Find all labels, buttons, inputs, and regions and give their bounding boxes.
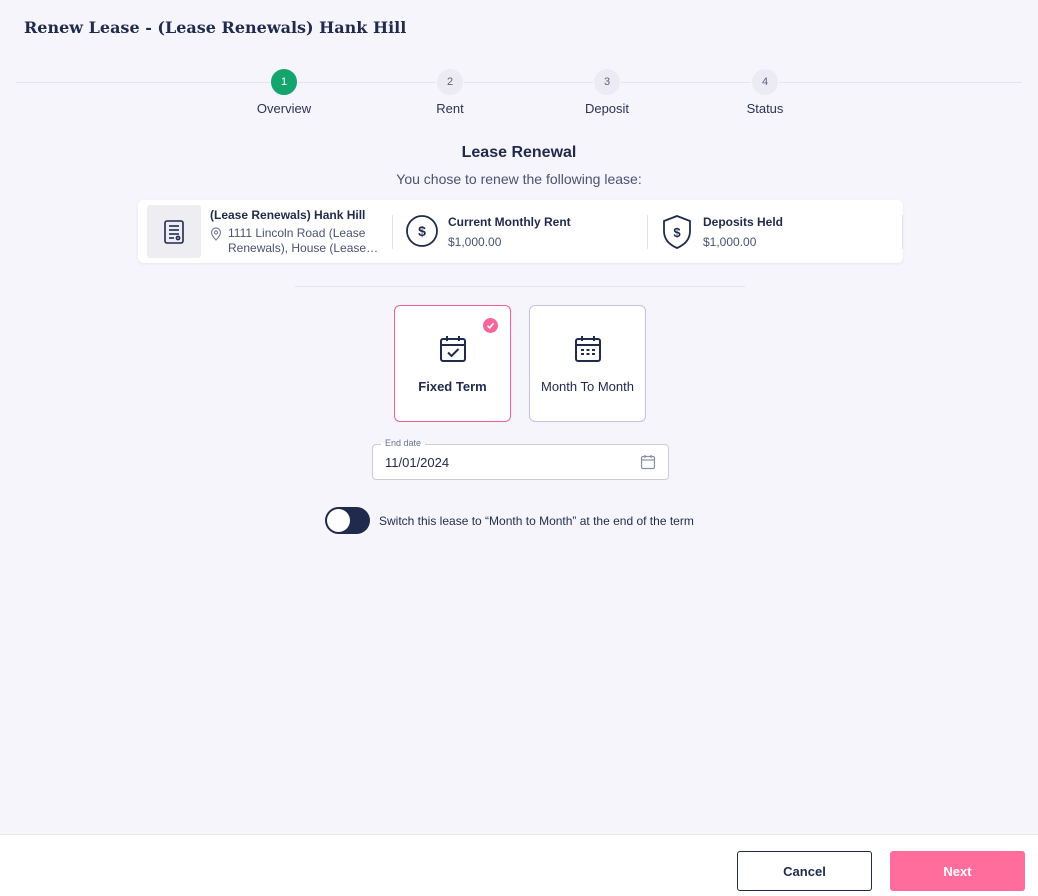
cancel-button[interactable]: Cancel <box>737 851 872 891</box>
svg-text:$: $ <box>673 225 681 240</box>
address-text: 1111 Lincoln Road (Lease Renewals), Hous… <box>228 226 379 255</box>
lease-document-icon <box>147 205 201 258</box>
step-number: 4 <box>751 68 779 96</box>
section-divider <box>295 286 745 287</box>
next-button[interactable]: Next <box>890 851 1025 891</box>
location-pin-icon <box>210 226 228 256</box>
month-to-month-switch[interactable] <box>325 507 370 534</box>
card-divider <box>647 215 648 249</box>
step-deposit[interactable]: 3 Deposit <box>547 68 667 116</box>
month-to-month-label: Month To Month <box>541 379 634 394</box>
step-label: Deposit <box>584 101 630 116</box>
deposits-held-label: Deposits Held <box>703 215 784 229</box>
current-rent-label: Current Monthly Rent <box>448 215 571 229</box>
calendar-icon[interactable] <box>640 454 656 475</box>
lease-address: 1111 Lincoln Road (Lease Renewals), Hous… <box>210 226 380 256</box>
footer-bar: Cancel Next <box>0 834 1038 896</box>
section-subtitle: You chose to renew the following lease: <box>396 171 642 187</box>
lease-tenant-name: (Lease Renewals) Hank Hill <box>210 208 366 222</box>
month-to-month-option[interactable]: Month To Month <box>529 305 646 422</box>
step-overview[interactable]: 1 Overview <box>224 68 344 116</box>
fixed-term-label: Fixed Term <box>418 379 487 394</box>
svg-text:$: $ <box>418 223 426 239</box>
step-label: Rent <box>436 101 464 116</box>
step-status[interactable]: 4 Status <box>705 68 825 116</box>
dollar-circle-icon: $ <box>405 214 439 253</box>
shield-dollar-icon: $ <box>660 214 694 255</box>
end-date-label: End date <box>381 438 426 448</box>
stepper-track <box>16 82 1022 83</box>
end-date-input[interactable] <box>385 455 625 470</box>
section-title: Lease Renewal <box>461 144 577 161</box>
step-number: 1 <box>270 68 298 96</box>
fixed-term-option[interactable]: Fixed Term <box>394 305 511 422</box>
selected-check-icon <box>483 318 498 333</box>
step-rent[interactable]: 2 Rent <box>390 68 510 116</box>
switch-knob <box>327 509 350 532</box>
step-number: 2 <box>436 68 464 96</box>
calendar-grid-icon <box>573 334 603 369</box>
switch-label: Switch this lease to “Month to Month” at… <box>379 514 694 528</box>
card-divider <box>392 215 393 249</box>
step-number: 3 <box>593 68 621 96</box>
lease-summary-card: (Lease Renewals) Hank Hill 1111 Lincoln … <box>138 200 903 263</box>
card-divider <box>902 215 903 249</box>
page-title: Renew Lease - (Lease Renewals) Hank Hill <box>24 18 407 37</box>
step-label: Overview <box>256 101 312 116</box>
current-rent-value: $1,000.00 <box>448 235 502 249</box>
end-date-field[interactable]: End date <box>372 438 669 480</box>
deposits-held-value: $1,000.00 <box>703 235 757 249</box>
step-label: Status <box>746 101 784 116</box>
calendar-check-icon <box>438 334 468 369</box>
